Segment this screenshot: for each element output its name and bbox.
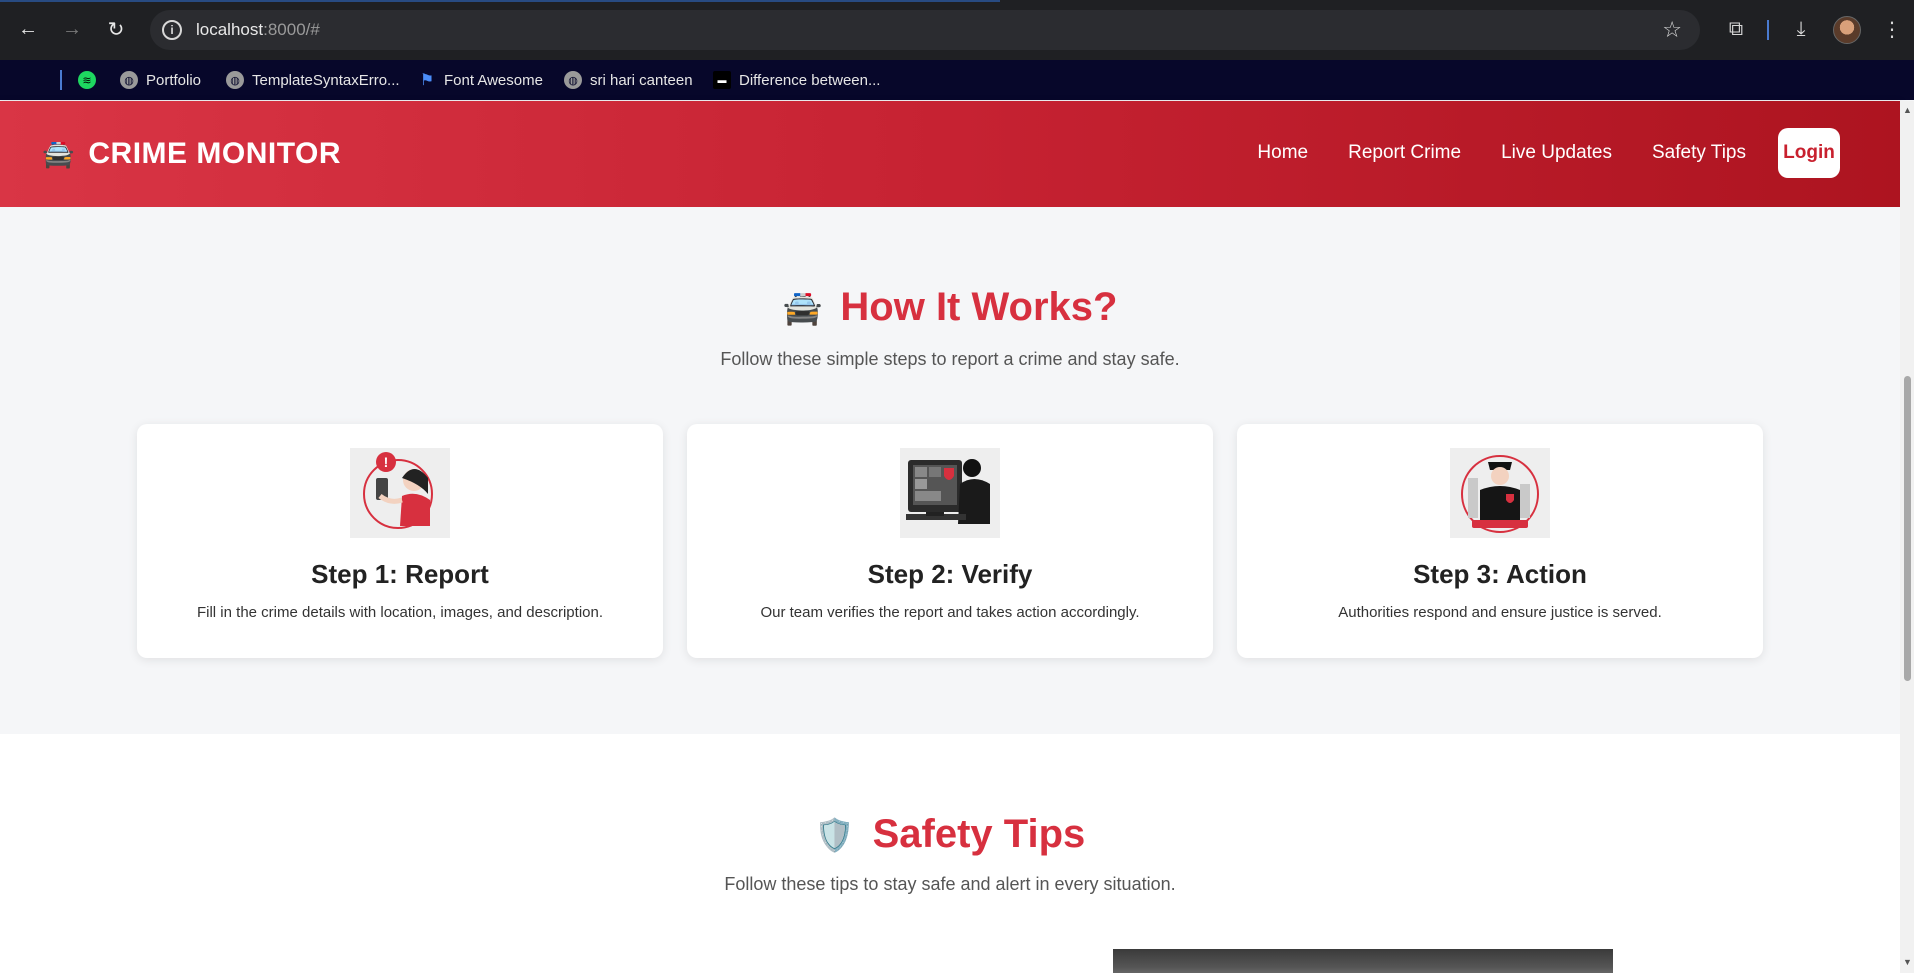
browser-toolbar: ← → ↻ i localhost:8000/# ☆ ⧉ ⤓ ⋮ [0, 0, 1914, 60]
police-car-icon: 🚔 [42, 139, 75, 169]
forward-icon[interactable]: → [57, 14, 87, 44]
safety-tips-section: 🛡️ Safety Tips Follow these tips to stay… [0, 734, 1900, 973]
globe-icon: ◍ [226, 71, 244, 89]
step-title: Step 2: Verify [867, 559, 1033, 589]
how-title: 🚔 How It Works? [0, 285, 1900, 330]
bookmark-font-awesome[interactable]: ⚑ Font Awesome [418, 68, 543, 92]
tab-strip-edge [0, 0, 1000, 2]
svg-text:!: ! [384, 454, 389, 470]
nav-home[interactable]: Home [1257, 142, 1308, 164]
scroll-down-icon[interactable]: ▼ [1903, 957, 1912, 967]
action-illustration [1450, 448, 1550, 538]
reload-icon[interactable]: ↻ [101, 14, 131, 44]
step-card-verify: Step 2: Verify Our team verifies the rep… [687, 424, 1213, 658]
profile-avatar[interactable] [1833, 16, 1861, 44]
address-bar[interactable]: i localhost:8000/# ☆ [150, 10, 1700, 50]
tips-title-text: Safety Tips [872, 812, 1086, 856]
spotify-bookmark[interactable]: ≋ [78, 68, 96, 92]
brand-logo[interactable]: 🚔 CRIME MONITOR [42, 137, 341, 171]
step-description: Authorities respond and ensure justice i… [1338, 604, 1662, 621]
page-scrollbar[interactable]: ▲ ▼ [1900, 101, 1914, 973]
download-icon[interactable]: ⤓ [1786, 14, 1816, 44]
spotify-icon: ≋ [78, 71, 96, 89]
tips-title: 🛡️ Safety Tips [0, 812, 1900, 857]
nav-report-crime[interactable]: Report Crime [1348, 142, 1461, 164]
brand-name: CRIME MONITOR [88, 137, 341, 170]
step-description: Our team verifies the report and takes a… [760, 604, 1140, 621]
page-icon: ▬ [713, 71, 731, 89]
scroll-up-icon[interactable]: ▲ [1903, 105, 1912, 115]
site-info-icon[interactable]: i [162, 20, 182, 40]
flag-icon: ⚑ [419, 72, 435, 89]
how-title-text: How It Works? [840, 285, 1118, 329]
toolbar-divider [1767, 20, 1769, 40]
menu-kebab-icon[interactable]: ⋮ [1877, 14, 1907, 44]
scrollbar-thumb[interactable] [1904, 376, 1911, 681]
bookmark-portfolio[interactable]: ◍ Portfolio [120, 68, 201, 92]
step-card-report: ! Step 1: Report Fill in the crime detai… [137, 424, 663, 658]
site-header: 🚔 CRIME MONITOR Home Report Crime Live U… [0, 101, 1900, 207]
verify-illustration [900, 448, 1000, 538]
globe-icon: ◍ [120, 71, 138, 89]
bookmarks-divider [60, 70, 62, 90]
bookmark-templatesyntaxerror[interactable]: ◍ TemplateSyntaxErro... [226, 68, 400, 92]
step-card-action: Step 3: Action Authorities respond and e… [1237, 424, 1763, 658]
bookmark-sri-hari-canteen[interactable]: ◍ sri hari canteen [564, 68, 693, 92]
report-illustration: ! [350, 448, 450, 538]
main-nav: Home Report Crime Live Updates Safety Ti… [1217, 128, 1840, 178]
back-icon[interactable]: ← [13, 14, 43, 44]
police-car-icon: 🚔 [782, 289, 823, 326]
step-title: Step 1: Report [311, 559, 489, 589]
bookmark-difference-between[interactable]: ▬ Difference between... [713, 68, 880, 92]
tips-subtitle: Follow these tips to stay safe and alert… [724, 874, 1176, 894]
bookmark-star-icon[interactable]: ☆ [1662, 17, 1682, 43]
bookmarks-bar: ≋ ◍ Portfolio ◍ TemplateSyntaxErro... ⚑ … [0, 60, 1914, 145]
login-button[interactable]: Login [1778, 128, 1840, 178]
url-text[interactable]: localhost:8000/# [196, 20, 320, 40]
globe-icon: ◍ [564, 71, 582, 89]
how-it-works-section: 🚔 How It Works? Follow these simple step… [0, 207, 1900, 734]
extensions-icon[interactable]: ⧉ [1721, 14, 1751, 44]
shield-icon: 🛡️ [814, 816, 855, 853]
step-description: Fill in the crime details with location,… [196, 604, 604, 621]
nav-live-updates[interactable]: Live Updates [1501, 142, 1612, 164]
safety-tips-image [1113, 949, 1613, 973]
step-title: Step 3: Action [1413, 559, 1587, 589]
how-subtitle: Follow these simple steps to report a cr… [720, 349, 1180, 369]
nav-safety-tips[interactable]: Safety Tips [1652, 142, 1746, 164]
